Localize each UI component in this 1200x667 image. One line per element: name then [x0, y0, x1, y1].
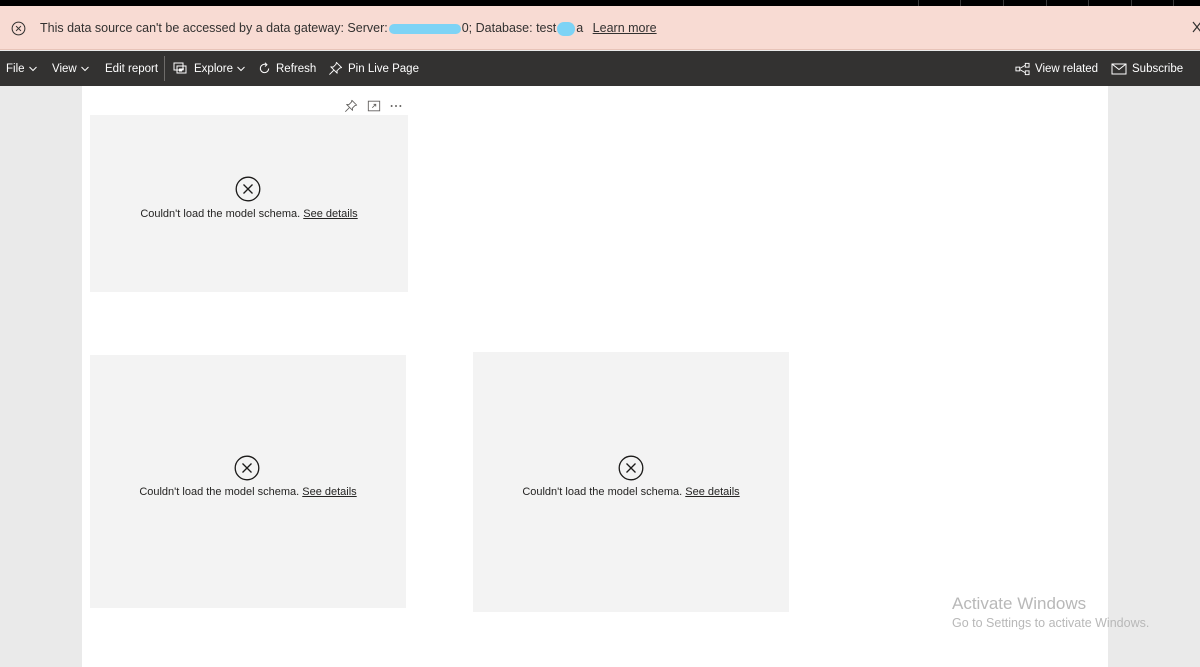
subscribe-label: Subscribe [1132, 62, 1184, 75]
chevron-down-icon [28, 66, 37, 71]
view-related-button[interactable]: View related [1015, 51, 1098, 86]
error-message: Couldn't load the model schema. See deta… [473, 486, 789, 498]
refresh-button[interactable]: Refresh [258, 51, 316, 86]
more-options-icon[interactable] [389, 99, 403, 113]
error-message: Couldn't load the model schema. See deta… [90, 208, 408, 220]
watermark-title: Activate Windows [952, 594, 1087, 613]
subscribe-button[interactable]: Subscribe [1111, 51, 1183, 86]
pin-live-page-label: Pin Live Page [348, 62, 419, 75]
banner-database-label: ; Database: test [468, 21, 557, 35]
edit-report-label: Edit report [105, 62, 159, 75]
pin-icon [329, 61, 343, 75]
gateway-error-banner: This data source can't be accessed by a … [0, 6, 1200, 50]
refresh-icon [259, 62, 270, 74]
edit-report-button[interactable]: Edit report [105, 51, 158, 86]
see-details-link[interactable]: See details [302, 486, 356, 498]
redacted-server [388, 23, 461, 34]
error-circle-icon [618, 455, 644, 481]
pin-live-page-button[interactable]: Pin Live Page [328, 51, 419, 86]
focus-mode-icon[interactable] [367, 99, 381, 113]
toolbar-divider [164, 56, 165, 81]
error-message-text: Couldn't load the model schema. [522, 486, 683, 498]
banner-database-suffix: a [576, 21, 584, 35]
refresh-label: Refresh [276, 62, 317, 75]
banner-message: This data source can't be accessed by a … [40, 21, 657, 36]
banner-server-suffix: 0 [461, 21, 469, 35]
learn-more-link[interactable]: Learn more [593, 21, 657, 35]
report-visual[interactable]: Couldn't load the model schema. See deta… [473, 352, 789, 612]
error-circle-icon [11, 21, 26, 36]
banner-message-prefix: This data source can't be accessed by a … [40, 21, 388, 35]
report-visual[interactable]: Couldn't load the model schema. See deta… [90, 355, 406, 608]
error-message-text: Couldn't load the model schema. [139, 486, 300, 498]
explore-icon [173, 62, 187, 73]
explore-menu[interactable]: Explore [173, 51, 246, 86]
right-gutter [1108, 86, 1200, 667]
see-details-link[interactable]: See details [303, 208, 357, 220]
view-menu[interactable]: View [52, 51, 90, 86]
pin-visual-icon[interactable] [344, 99, 358, 113]
see-details-link[interactable]: See details [685, 486, 739, 498]
close-icon[interactable] [1190, 21, 1200, 35]
chevron-down-icon [237, 66, 245, 71]
error-circle-icon [234, 455, 260, 481]
share-icon [1015, 62, 1030, 75]
error-message-text: Couldn't load the model schema. [140, 208, 301, 220]
view-menu-label: View [52, 62, 77, 75]
watermark-subtitle: Go to Settings to activate Windows. [952, 616, 1150, 630]
redacted-database [557, 21, 576, 36]
file-menu-label: File [6, 62, 25, 75]
report-toolbar: File View Edit report Explore Refresh Pi… [0, 51, 1200, 86]
chevron-down-icon [80, 66, 89, 71]
report-visual[interactable]: Couldn't load the model schema. See deta… [90, 115, 408, 292]
activate-windows-watermark: Activate Windows Go to Settings to activ… [952, 594, 1149, 630]
view-related-label: View related [1035, 62, 1099, 75]
file-menu[interactable]: File [6, 51, 38, 86]
mail-icon [1111, 63, 1127, 74]
error-circle-icon [235, 176, 261, 202]
error-message: Couldn't load the model schema. See deta… [90, 486, 406, 498]
explore-label: Explore [194, 62, 233, 75]
